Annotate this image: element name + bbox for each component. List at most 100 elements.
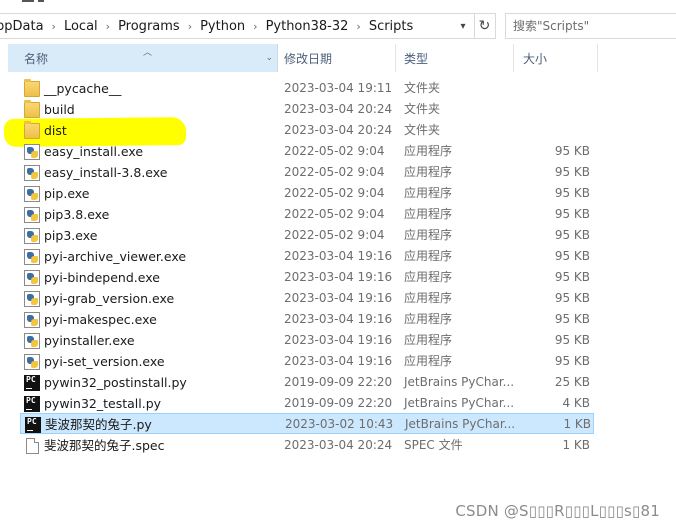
file-name: pywin32_postinstall.py bbox=[44, 375, 187, 390]
file-type: 应用程序 bbox=[404, 186, 453, 200]
file-row[interactable]: __pycache__ 2023-03-04 19:11 文件夹 bbox=[20, 78, 594, 99]
file-modified-date: 2022-05-02 9:04 bbox=[284, 186, 385, 200]
file-type: 应用程序 bbox=[404, 228, 453, 242]
file-type: 应用程序 bbox=[404, 333, 453, 347]
file-name: pyinstaller.exe bbox=[44, 333, 135, 348]
file-name: pip3.exe bbox=[44, 228, 98, 243]
file-size: 95 KB bbox=[554, 228, 590, 242]
title-bar-remnant bbox=[0, 0, 676, 8]
file-modified-date: 2023-03-04 20:24 bbox=[284, 102, 393, 116]
breadcrumb-appdata[interactable]: ppData bbox=[0, 19, 50, 34]
breadcrumb-separator-icon[interactable]: › bbox=[104, 20, 112, 33]
python-exe-icon bbox=[24, 354, 40, 370]
file-row[interactable]: PC pywin32_testall.py 2019-09-09 22:20 JetB… bbox=[20, 393, 594, 414]
file-name: 斐波那契的兔子.py bbox=[45, 417, 152, 432]
file-size: 95 KB bbox=[554, 165, 590, 179]
column-header-date[interactable]: 修改日期 bbox=[278, 44, 396, 72]
pycharm-file-icon: PC bbox=[24, 375, 40, 391]
file-row[interactable]: easy_install.exe 2022-05-02 9:04 应用程序 95 KB bbox=[20, 141, 594, 162]
file-row[interactable]: pip3.exe 2022-05-02 9:04 应用程序 95 KB bbox=[20, 225, 594, 246]
file-type: 应用程序 bbox=[404, 165, 453, 179]
file-name: easy_install.exe bbox=[44, 144, 144, 159]
file-type: 文件夹 bbox=[404, 123, 441, 137]
search-input[interactable] bbox=[513, 19, 676, 33]
column-header-type[interactable]: 类型 bbox=[396, 44, 514, 72]
file-modified-date: 2023-03-04 19:16 bbox=[284, 270, 393, 284]
python-exe-icon bbox=[24, 249, 40, 265]
python-exe-icon bbox=[24, 228, 40, 244]
file-size: 95 KB bbox=[554, 249, 590, 263]
column-header-size[interactable]: 大小 bbox=[514, 44, 598, 72]
file-row[interactable]: pip3.8.exe 2022-05-02 9:04 应用程序 95 KB bbox=[20, 204, 594, 225]
chevron-down-icon[interactable]: ▾ bbox=[453, 14, 473, 38]
file-row[interactable]: pyi-bindepend.exe 2023-03-04 19:16 应用程序 95 … bbox=[20, 267, 594, 288]
file-row[interactable]: easy_install-3.8.exe 2022-05-02 9:04 应用程序 9… bbox=[20, 162, 594, 183]
refresh-icon[interactable]: ↻ bbox=[474, 14, 494, 38]
file-row[interactable]: dist 2023-03-04 20:24 文件夹 bbox=[20, 120, 594, 141]
file-type: 应用程序 bbox=[404, 291, 453, 305]
file-row[interactable]: PC pywin32_postinstall.py 2019-09-09 22:20… bbox=[20, 372, 594, 393]
chevron-down-icon[interactable]: ⌄ bbox=[265, 53, 273, 63]
file-size: 1 KB bbox=[563, 417, 591, 431]
file-name: pyi-set_version.exe bbox=[44, 354, 165, 369]
file-row[interactable]: PC 斐波那契的兔子.py 2023-03-02 10:43 JetBrains Py… bbox=[20, 413, 594, 434]
file-row[interactable]: pyi-grab_version.exe 2023-03-04 19:16 应用程序… bbox=[20, 288, 594, 309]
breadcrumb-scripts[interactable]: Scripts bbox=[363, 19, 419, 34]
python-exe-icon bbox=[24, 165, 40, 181]
title-bar-mark bbox=[22, 0, 34, 2]
breadcrumb-local[interactable]: Local bbox=[58, 19, 104, 34]
file-name: pyi-grab_version.exe bbox=[44, 291, 175, 306]
column-header-row: 名称 ⌄ 修改日期 类型 大小 bbox=[0, 44, 676, 72]
pycharm-file-icon: PC bbox=[25, 417, 41, 433]
python-exe-icon bbox=[24, 291, 40, 307]
breadcrumb-separator-icon[interactable]: › bbox=[354, 20, 362, 33]
file-size: 95 KB bbox=[554, 354, 590, 368]
breadcrumb-python[interactable]: Python bbox=[194, 19, 251, 34]
breadcrumb-python38-32[interactable]: Python38-32 bbox=[260, 19, 355, 34]
file-row[interactable]: pyi-archive_viewer.exe 2023-03-04 19:16 应用… bbox=[20, 246, 594, 267]
address-bar[interactable]: ppData › Local › Programs › Python › Pyt… bbox=[0, 13, 496, 39]
file-size: 95 KB bbox=[554, 207, 590, 221]
file-type: 应用程序 bbox=[404, 144, 453, 158]
file-row[interactable]: pip.exe 2022-05-02 9:04 应用程序 95 KB bbox=[20, 183, 594, 204]
file-name: __pycache__ bbox=[44, 81, 122, 96]
file-size: 4 KB bbox=[562, 396, 590, 410]
file-modified-date: 2023-03-02 10:43 bbox=[285, 417, 394, 431]
breadcrumb-separator-icon[interactable]: › bbox=[251, 20, 259, 33]
file-row[interactable]: 斐波那契的兔子.spec 2023-03-04 20:24 SPEC 文件 1 KB bbox=[20, 435, 594, 456]
file-row[interactable]: pyi-makespec.exe 2023-03-04 19:16 应用程序 95 K… bbox=[20, 309, 594, 330]
breadcrumb-programs[interactable]: Programs bbox=[112, 19, 186, 34]
sort-ascending-icon: ︿ bbox=[143, 48, 153, 58]
folder-icon bbox=[24, 121, 40, 139]
python-exe-icon bbox=[24, 186, 40, 202]
file-type: JetBrains PyChar... bbox=[404, 375, 515, 389]
column-header-name-label: 名称 bbox=[24, 51, 49, 66]
file-modified-date: 2023-03-04 20:24 bbox=[284, 438, 393, 452]
breadcrumb-separator-icon[interactable]: › bbox=[50, 20, 58, 33]
file-name: pip3.8.exe bbox=[44, 207, 110, 222]
file-type: JetBrains PyChar... bbox=[405, 417, 516, 431]
file-name: 斐波那契的兔子.spec bbox=[44, 438, 165, 453]
file-row[interactable]: build 2023-03-04 20:24 文件夹 bbox=[20, 99, 594, 120]
file-type: 应用程序 bbox=[404, 249, 453, 263]
search-box[interactable] bbox=[505, 13, 676, 39]
file-modified-date: 2023-03-04 19:11 bbox=[284, 81, 393, 95]
file-row[interactable]: pyi-set_version.exe 2023-03-04 19:16 应用程序 9… bbox=[20, 351, 594, 372]
file-size: 95 KB bbox=[554, 333, 590, 347]
file-name: build bbox=[44, 102, 75, 117]
file-type: 文件夹 bbox=[404, 81, 441, 95]
python-exe-icon bbox=[24, 207, 40, 223]
file-row[interactable]: pyinstaller.exe 2023-03-04 19:16 应用程序 95 KB bbox=[20, 330, 594, 351]
file-size bbox=[520, 78, 590, 99]
breadcrumb-separator-icon[interactable]: › bbox=[186, 20, 194, 33]
file-size: 25 KB bbox=[554, 375, 590, 389]
python-exe-icon bbox=[24, 312, 40, 328]
file-type: 应用程序 bbox=[404, 207, 453, 221]
file-modified-date: 2023-03-04 20:24 bbox=[284, 123, 393, 137]
python-exe-icon bbox=[24, 333, 40, 349]
title-bar-mark bbox=[38, 0, 44, 2]
python-exe-icon bbox=[24, 144, 40, 160]
file-modified-date: 2023-03-04 19:16 bbox=[284, 354, 393, 368]
file-size bbox=[520, 99, 590, 120]
document-icon bbox=[26, 438, 39, 454]
